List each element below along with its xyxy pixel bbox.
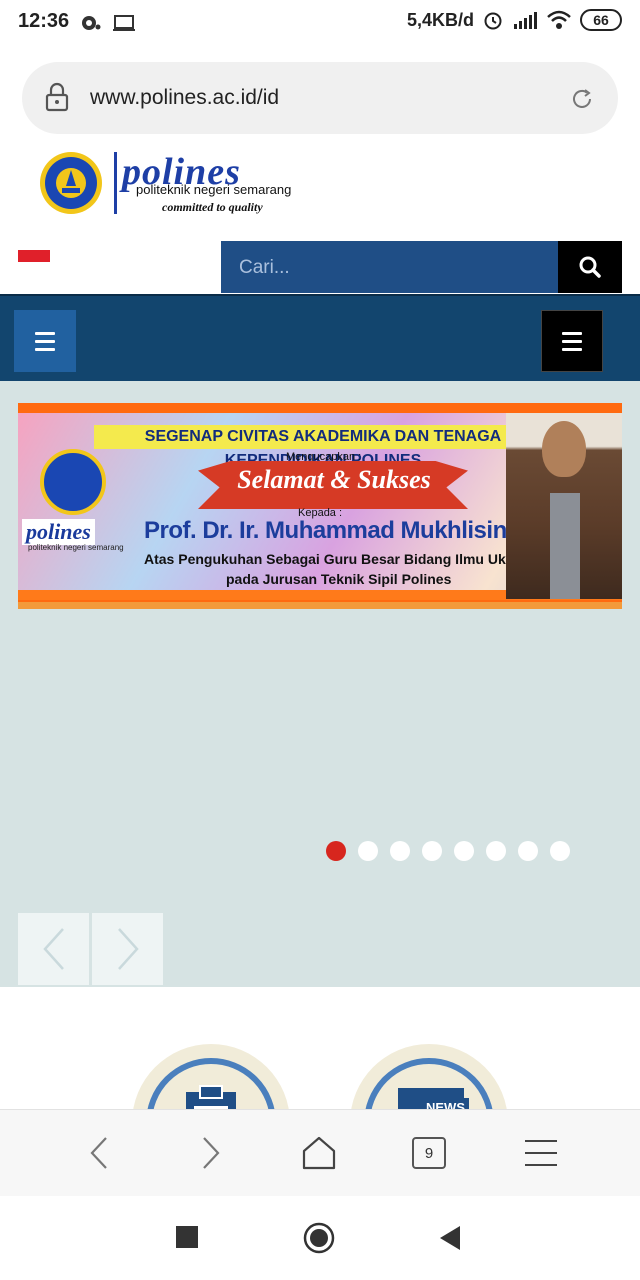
search-button[interactable] [558, 241, 622, 293]
reload-icon[interactable] [568, 85, 596, 113]
home-circle-icon[interactable] [303, 1222, 335, 1254]
android-nav-bar [0, 1196, 640, 1280]
search-input[interactable]: Cari... [221, 241, 558, 293]
status-left-icons [80, 12, 136, 34]
brand-tagline: committed to quality [162, 200, 263, 214]
slider-dot[interactable] [550, 841, 570, 861]
recents-icon[interactable] [176, 1226, 198, 1248]
language-flag-icon[interactable] [18, 250, 50, 262]
address-bar[interactable]: www.polines.ac.id/id [22, 62, 618, 134]
chevron-right-icon [117, 928, 139, 970]
banner-name: Prof. Dr. Ir. Muhammad Mukhlisin, MT [144, 517, 553, 544]
browser-menu-button[interactable] [518, 1130, 564, 1176]
slider-dot[interactable] [422, 841, 442, 861]
brand-subtitle: politeknik negeri semarang [136, 182, 292, 197]
menu-icon [525, 1140, 557, 1166]
banner-person-photo [506, 413, 622, 599]
slider-next-button[interactable] [92, 913, 163, 985]
wifi-icon [547, 10, 571, 29]
hamburger-icon [35, 331, 55, 335]
status-time: 12:36 [18, 10, 70, 32]
site-logo[interactable]: polines politeknik negeri semarang commi… [38, 148, 318, 218]
home-button[interactable] [296, 1130, 342, 1176]
home-icon [302, 1136, 336, 1170]
notification-icon [82, 16, 101, 30]
secondary-menu-button[interactable] [541, 310, 603, 372]
polines-emblem-icon [40, 152, 102, 214]
laptop-icon [113, 15, 135, 31]
forward-button[interactable] [188, 1130, 234, 1176]
browser-toolbar: 9 [0, 1109, 640, 1196]
lock-icon [45, 82, 69, 112]
banner-headline: SEGENAP CIVITAS AKADEMIKA DAN TENAGA KEP… [94, 425, 552, 469]
url-text[interactable]: www.polines.ac.id/id [90, 86, 279, 110]
back-triangle-icon[interactable] [438, 1225, 462, 1251]
site-nav-bar [0, 294, 640, 381]
banner-brand-subtitle: politeknik negeri semarang [28, 543, 124, 552]
chevron-left-icon [90, 1137, 107, 1169]
slider-dot[interactable] [486, 841, 506, 861]
alarm-icon [484, 12, 502, 30]
status-right: 5,4KB/d 66 [407, 9, 622, 31]
slide-banner[interactable]: SEGENAP CIVITAS AKADEMIKA DAN TENAGA KEP… [18, 403, 622, 609]
slider-dot[interactable] [390, 841, 410, 861]
tabs-button[interactable]: 9 [406, 1130, 452, 1176]
slider-prev-button[interactable] [18, 913, 89, 985]
tab-count: 9 [412, 1137, 446, 1169]
hamburger-icon [562, 331, 582, 335]
battery-icon: 66 [580, 9, 622, 31]
banner-emblem-icon [40, 449, 106, 515]
logo-divider [114, 152, 117, 214]
banner-greeting: Selamat & Sukses [237, 465, 431, 494]
slider-dot[interactable] [454, 841, 474, 861]
slider-dots [326, 841, 570, 861]
battery-level: 66 [593, 12, 609, 28]
signal-icon [514, 12, 537, 29]
network-speed: 5,4KB/d [406, 9, 474, 30]
banner-line1: Atas Pengukuhan Sebagai Guru Besar Bidan… [144, 551, 564, 567]
slider-dot[interactable] [326, 841, 346, 861]
hero-slider: SEGENAP CIVITAS AKADEMIKA DAN TENAGA KEP… [0, 381, 640, 987]
status-bar: 12:36 5,4KB/d 66 [0, 0, 640, 46]
search-icon [579, 256, 601, 278]
back-button[interactable] [76, 1130, 122, 1176]
slider-dot[interactable] [358, 841, 378, 861]
chevron-left-icon [42, 928, 64, 970]
chevron-right-icon [203, 1137, 220, 1169]
main-menu-button[interactable] [14, 310, 76, 372]
banner-brand: polines [22, 519, 95, 545]
banner-line2: pada Jurusan Teknik Sipil Polines [226, 571, 452, 587]
slider-dot[interactable] [518, 841, 538, 861]
